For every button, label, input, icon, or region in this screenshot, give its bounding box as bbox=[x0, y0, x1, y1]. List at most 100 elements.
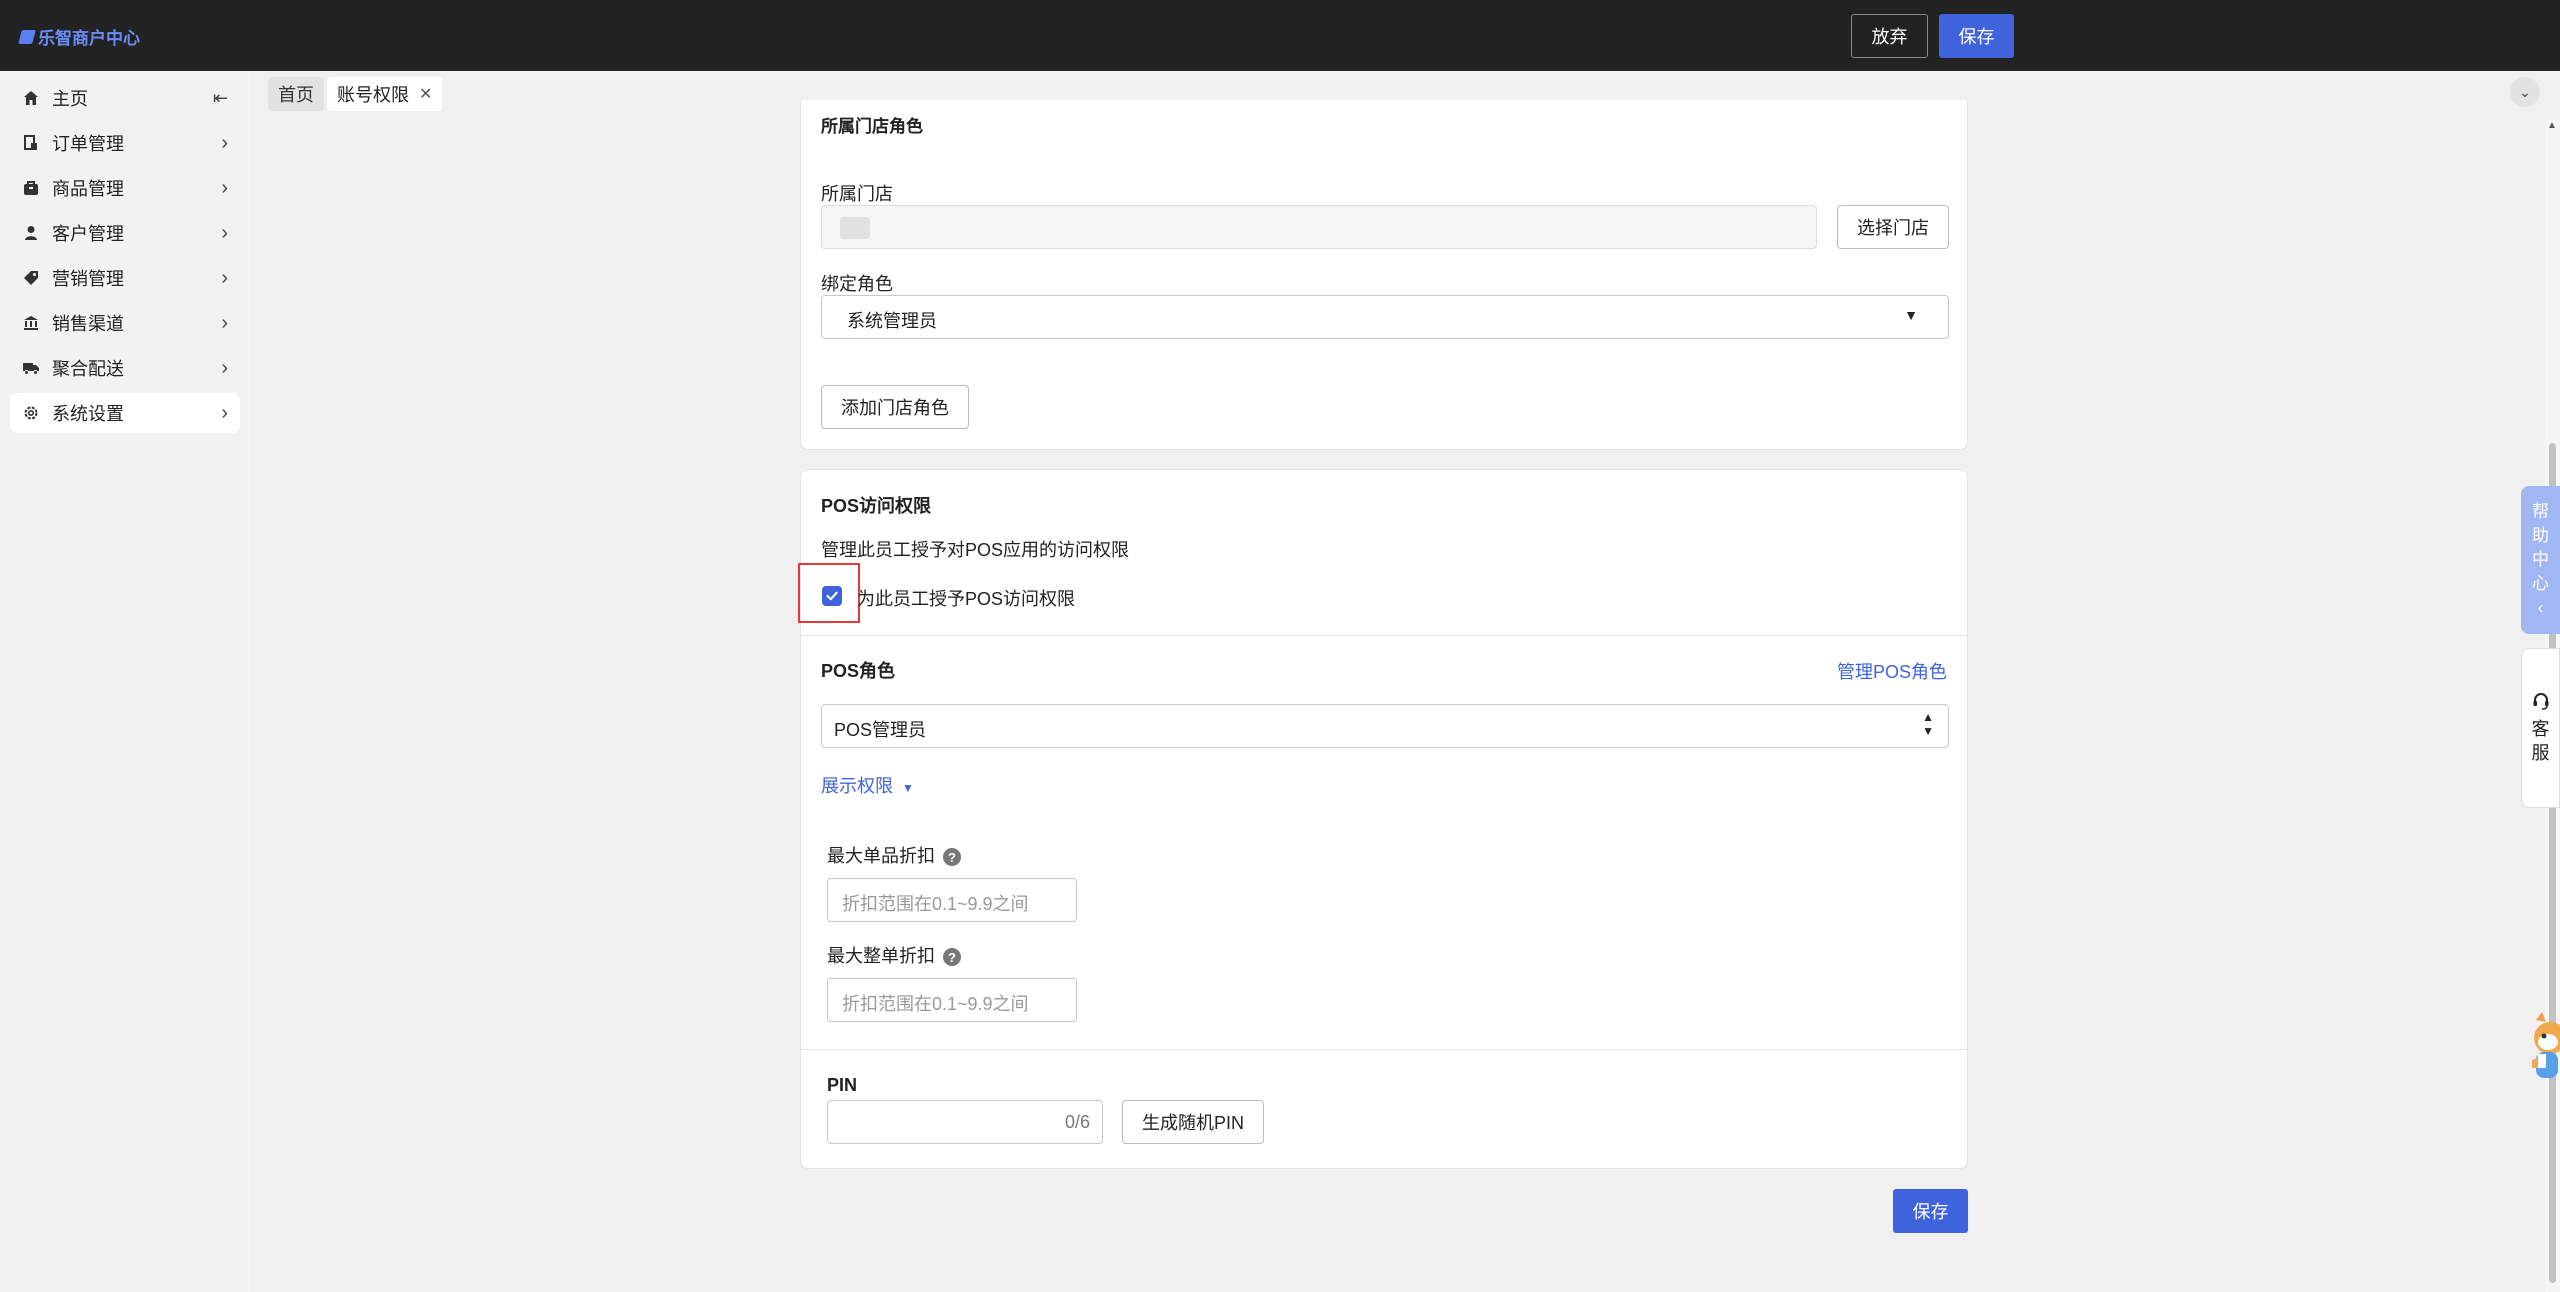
pin-label: PIN bbox=[827, 1075, 858, 1095]
max-item-discount-label: 最大单品折扣? bbox=[827, 842, 961, 868]
sidebar-item-label: 聚合配送 bbox=[52, 359, 124, 379]
sidebar-item-settings[interactable]: 系统设置 › bbox=[10, 393, 240, 433]
chevron-right-icon: › bbox=[221, 221, 228, 244]
grant-pos-checkbox[interactable] bbox=[822, 586, 842, 606]
divider bbox=[801, 1049, 1967, 1050]
help-center-char: 助 bbox=[2532, 526, 2549, 545]
customer-service-char: 客 bbox=[2531, 719, 2550, 739]
caret-down-icon: ▼ bbox=[1904, 307, 1918, 323]
tab-account-permissions[interactable]: 账号权限 ✕ bbox=[327, 77, 443, 111]
chevron-right-icon: › bbox=[221, 266, 228, 289]
delivery-icon bbox=[22, 359, 40, 377]
role-label: 绑定角色 bbox=[821, 274, 893, 294]
customer-service-char: 服 bbox=[2531, 743, 2550, 763]
tab-label: 首页 bbox=[278, 85, 314, 105]
chevron-right-icon: › bbox=[221, 311, 228, 334]
sidebar-item-products[interactable]: 商品管理 › bbox=[10, 168, 240, 208]
top-bar: 乐智商户中心 放弃 保存 bbox=[0, 0, 2560, 71]
order-icon bbox=[22, 134, 40, 152]
save-button-top[interactable]: 保存 bbox=[1939, 14, 2014, 58]
sidebar-item-label: 商品管理 bbox=[52, 179, 124, 199]
max-item-discount-input[interactable]: 折扣范围在0.1~9.9之间 bbox=[827, 878, 1077, 922]
chevron-right-icon: › bbox=[221, 131, 228, 154]
pos-access-card: POS访问权限 管理此员工授予对POS应用的访问权限 为此员工授予POS访问权限… bbox=[798, 469, 1968, 1169]
max-item-discount-text: 最大单品折扣 bbox=[827, 846, 935, 866]
sidebar-item-label: 主页 bbox=[52, 89, 88, 109]
help-center-char: 中 bbox=[2532, 550, 2549, 569]
show-permissions-link[interactable]: 展示权限 ▼ bbox=[821, 772, 914, 798]
mascot-image[interactable] bbox=[2528, 1010, 2560, 1090]
tab-label: 账号权限 bbox=[337, 85, 409, 105]
pin-counter: 0/6 bbox=[1064, 1112, 1090, 1132]
show-permissions-label: 展示权限 bbox=[821, 776, 893, 796]
role-select[interactable]: 系统管理员 ▼ bbox=[821, 295, 1949, 339]
gear-icon bbox=[22, 404, 40, 422]
customer-icon bbox=[22, 224, 40, 242]
chevron-down-icon: ⌄ bbox=[2519, 83, 2531, 100]
caret-down-icon: ▼ bbox=[902, 781, 914, 795]
sidebar-item-sales-channels[interactable]: 销售渠道 › bbox=[10, 303, 240, 343]
max-item-discount-placeholder: 折扣范围在0.1~9.9之间 bbox=[842, 894, 1029, 914]
sidebar-item-customers[interactable]: 客户管理 › bbox=[10, 213, 240, 253]
question-icon[interactable]: ? bbox=[943, 948, 961, 967]
tabs-dropdown-button[interactable]: ⌄ bbox=[2510, 77, 2540, 107]
store-role-section-title: 所属门店角色 bbox=[821, 117, 923, 136]
question-icon[interactable]: ? bbox=[943, 848, 961, 867]
close-icon[interactable]: ✕ bbox=[419, 84, 432, 104]
chevron-right-icon: › bbox=[221, 401, 228, 424]
logo-icon bbox=[18, 29, 36, 44]
max-order-discount-text: 最大整单折扣 bbox=[827, 946, 935, 966]
sidebar: 主页 ⇤ 订单管理 › 商品管理 › 客户管理 › 营销管理 › 销售渠道 › bbox=[0, 71, 250, 1292]
chevron-left-icon: ‹ bbox=[2537, 598, 2544, 617]
discard-button[interactable]: 放弃 bbox=[1851, 14, 1928, 58]
generate-pin-button[interactable]: 生成随机PIN bbox=[1122, 1100, 1264, 1144]
collapse-icon[interactable]: ⇤ bbox=[213, 88, 228, 109]
pin-input[interactable]: 0/6 bbox=[827, 1100, 1103, 1144]
customer-service-tab[interactable]: 客 服 bbox=[2521, 648, 2560, 808]
product-icon bbox=[22, 179, 40, 197]
max-order-discount-label: 最大整单折扣? bbox=[827, 942, 961, 968]
sidebar-item-label: 销售渠道 bbox=[52, 314, 124, 334]
chevron-right-icon: › bbox=[221, 176, 228, 199]
sidebar-item-delivery[interactable]: 聚合配送 › bbox=[10, 348, 240, 388]
sidebar-item-marketing[interactable]: 营销管理 › bbox=[10, 258, 240, 298]
select-store-button[interactable]: 选择门店 bbox=[1837, 205, 1949, 249]
pos-role-title: POS角色 bbox=[821, 661, 896, 681]
home-icon bbox=[22, 89, 40, 107]
store-chip bbox=[840, 217, 870, 239]
app-title: 乐智商户中心 bbox=[38, 29, 140, 48]
sidebar-item-label: 系统设置 bbox=[52, 404, 124, 424]
store-role-card: 所属门店角色 所属门店 选择门店 绑定角色 系统管理员 ▼ 添加门店角色 bbox=[800, 100, 1968, 450]
max-order-discount-input[interactable]: 折扣范围在0.1~9.9之间 bbox=[827, 978, 1077, 1022]
sidebar-item-orders[interactable]: 订单管理 › bbox=[10, 123, 240, 163]
pos-access-description: 管理此员工授予对POS应用的访问权限 bbox=[821, 540, 1130, 560]
pos-role-select[interactable]: POS管理员 ▲ ▼ bbox=[821, 704, 1949, 748]
sidebar-item-label: 订单管理 bbox=[52, 134, 124, 154]
tab-home[interactable]: 首页 bbox=[268, 77, 324, 111]
sort-arrows-icon: ▲ ▼ bbox=[1922, 710, 1934, 738]
sidebar-item-home[interactable]: 主页 ⇤ bbox=[10, 78, 240, 118]
store-label: 所属门店 bbox=[821, 184, 893, 204]
manage-pos-roles-link[interactable]: 管理POS角色 bbox=[1837, 658, 1947, 684]
grant-pos-checkbox-label[interactable]: 为此员工授予POS访问权限 bbox=[857, 585, 1075, 611]
scroll-up-arrow-icon[interactable]: ▲ bbox=[2547, 120, 2557, 131]
app-logo[interactable]: 乐智商户中心 bbox=[18, 24, 140, 49]
tag-icon bbox=[22, 269, 40, 287]
add-store-role-button[interactable]: 添加门店角色 bbox=[821, 385, 969, 429]
save-button-bottom[interactable]: 保存 bbox=[1893, 1189, 1968, 1233]
pos-access-title: POS访问权限 bbox=[821, 496, 932, 516]
help-center-char: 帮 bbox=[2532, 502, 2549, 521]
help-center-tab[interactable]: 帮 助 中 心 ‹ bbox=[2521, 486, 2560, 634]
help-center-char: 心 bbox=[2532, 574, 2549, 593]
sidebar-item-label: 客户管理 bbox=[52, 224, 124, 244]
divider bbox=[801, 635, 1967, 636]
pos-role-select-value: POS管理员 bbox=[834, 720, 927, 740]
bank-icon bbox=[22, 314, 40, 332]
chevron-right-icon: › bbox=[221, 356, 228, 379]
sidebar-item-label: 营销管理 bbox=[52, 269, 124, 289]
role-select-value: 系统管理员 bbox=[847, 311, 937, 331]
max-order-discount-placeholder: 折扣范围在0.1~9.9之间 bbox=[842, 994, 1029, 1014]
headset-icon bbox=[2531, 691, 2551, 717]
store-field[interactable] bbox=[821, 205, 1817, 249]
check-icon bbox=[826, 591, 838, 601]
